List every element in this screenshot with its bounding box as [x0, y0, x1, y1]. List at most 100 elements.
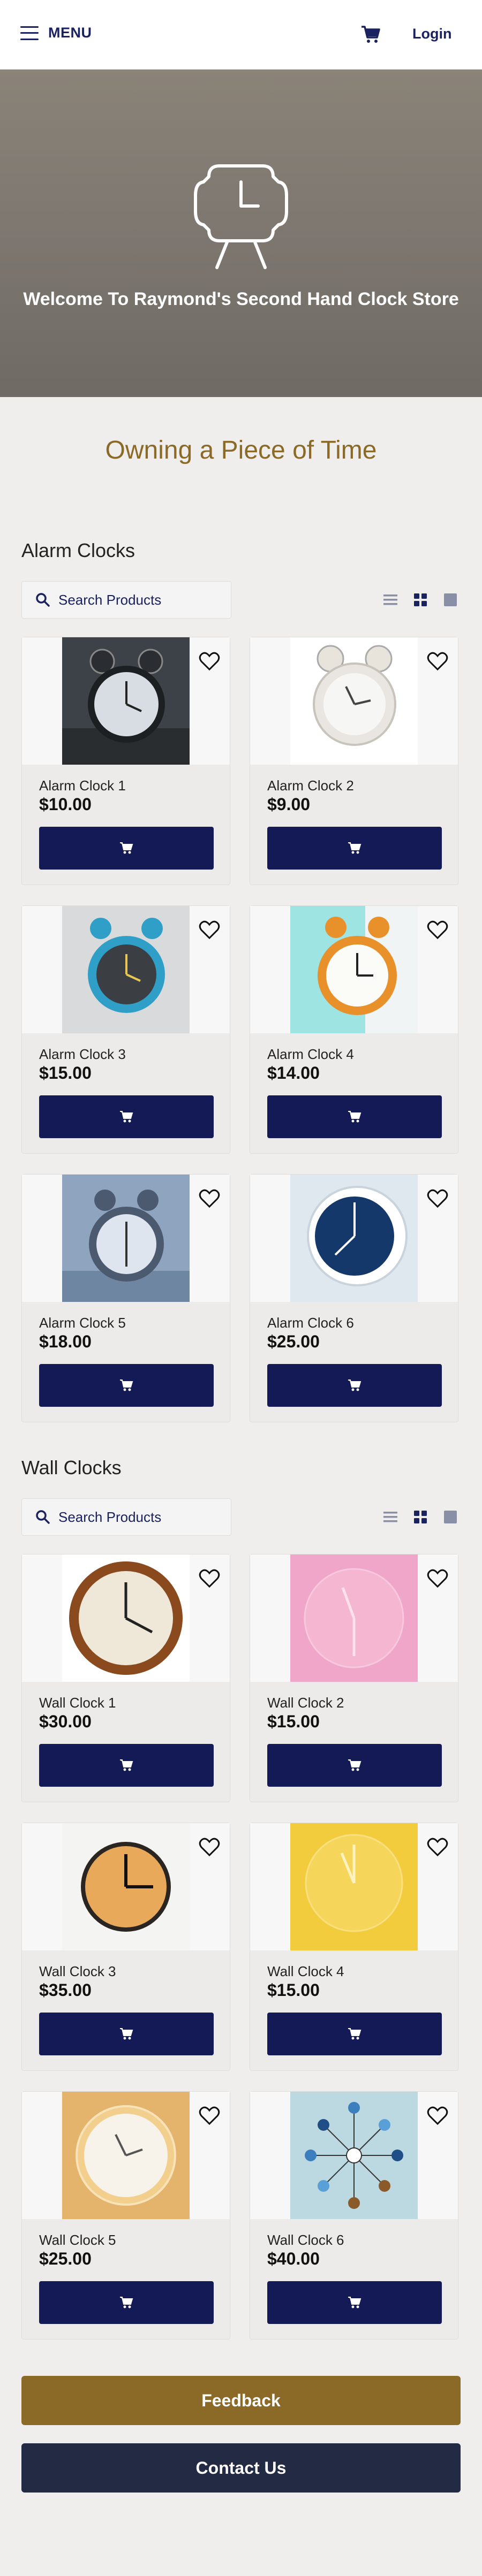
add-to-cart-button[interactable] — [267, 2013, 442, 2055]
product-image — [290, 1175, 418, 1302]
tagline: Owning a Piece of Time — [105, 436, 377, 464]
add-to-cart-button[interactable] — [39, 1095, 214, 1138]
add-to-cart-button[interactable] — [267, 1744, 442, 1787]
product-card[interactable]: Wall Clock 5 $25.00 — [21, 2091, 230, 2339]
product-image — [62, 1175, 190, 1302]
alarm-search-input[interactable]: Search Products — [21, 581, 231, 619]
product-image-area — [250, 2092, 458, 2219]
product-image-area — [250, 1823, 458, 1950]
product-card[interactable]: Alarm Clock 6 $25.00 — [250, 1174, 458, 1422]
product-name: Alarm Clock 5 — [39, 1315, 126, 1331]
add-to-cart-button[interactable] — [267, 2281, 442, 2324]
product-image — [290, 906, 418, 1033]
product-card[interactable]: Alarm Clock 3 $15.00 — [21, 905, 230, 1154]
heart-icon[interactable] — [199, 1837, 220, 1857]
cart-icon — [120, 2028, 133, 2040]
contact-us-button[interactable]: Contact Us — [21, 2443, 461, 2493]
wall-search-input[interactable]: Search Products — [21, 1498, 231, 1536]
cart-icon — [120, 1111, 133, 1123]
product-card[interactable]: Alarm Clock 5 $18.00 — [21, 1174, 230, 1422]
add-to-cart-button[interactable] — [267, 827, 442, 870]
product-price: $35.00 — [39, 1980, 92, 2000]
product-card[interactable]: Wall Clock 3 $35.00 — [21, 1823, 230, 2071]
cart-icon — [348, 1380, 362, 1391]
top-bar: MENU Login — [0, 0, 482, 70]
product-card[interactable]: Wall Clock 1 $30.00 — [21, 1554, 230, 1802]
menu-icon — [20, 26, 39, 40]
product-name: Wall Clock 5 — [39, 2232, 116, 2248]
product-name: Alarm Clock 1 — [39, 778, 126, 794]
product-image-area — [22, 1823, 230, 1950]
product-image-area — [22, 1175, 230, 1302]
product-name: Alarm Clock 2 — [267, 778, 354, 794]
heart-icon[interactable] — [199, 1188, 220, 1209]
cart-icon — [348, 2028, 362, 2040]
product-image-area — [250, 906, 458, 1033]
add-to-cart-button[interactable] — [39, 2281, 214, 2324]
heart-icon[interactable] — [199, 651, 220, 672]
menu-button[interactable]: MENU — [20, 25, 92, 41]
product-card[interactable]: Alarm Clock 2 $9.00 — [250, 637, 458, 885]
list-view-icon[interactable] — [382, 592, 398, 608]
hero-banner: Welcome To Raymond's Second Hand Clock S… — [0, 70, 482, 397]
add-to-cart-button[interactable] — [267, 1364, 442, 1407]
list-view-icon[interactable] — [382, 1509, 398, 1525]
product-image — [62, 1554, 190, 1682]
heart-icon[interactable] — [199, 1568, 220, 1589]
product-name: Wall Clock 4 — [267, 1963, 344, 1979]
alarm-view-toggles — [382, 592, 472, 608]
menu-label: MENU — [48, 25, 92, 41]
product-card[interactable]: Alarm Clock 4 $14.00 — [250, 905, 458, 1154]
heart-icon[interactable] — [427, 1188, 448, 1209]
product-image — [62, 2092, 190, 2219]
grid-view-icon[interactable] — [412, 592, 428, 608]
heart-icon[interactable] — [199, 2106, 220, 2126]
login-link[interactable]: Login — [412, 26, 451, 42]
heart-icon[interactable] — [199, 920, 220, 940]
tile-view-icon[interactable] — [442, 592, 458, 608]
heart-icon[interactable] — [427, 1837, 448, 1857]
product-card[interactable]: Alarm Clock 1 $10.00 — [21, 637, 230, 885]
product-name: Wall Clock 1 — [39, 1695, 116, 1711]
add-to-cart-button[interactable] — [39, 1744, 214, 1787]
product-card[interactable]: Wall Clock 4 $15.00 — [250, 1823, 458, 2071]
heart-icon[interactable] — [427, 2106, 448, 2126]
product-name: Alarm Clock 4 — [267, 1046, 354, 1062]
cart-icon — [120, 842, 133, 854]
add-to-cart-button[interactable] — [267, 1095, 442, 1138]
wall-view-toggles — [382, 1509, 472, 1525]
wall-section-title: Wall Clocks — [21, 1457, 122, 1478]
product-image — [290, 637, 418, 765]
product-image-area — [250, 637, 458, 765]
product-price: $10.00 — [39, 795, 92, 814]
tile-view-icon[interactable] — [442, 1509, 458, 1525]
product-name: Wall Clock 6 — [267, 2232, 344, 2248]
alarm-section-title: Alarm Clocks — [21, 539, 135, 561]
heart-icon[interactable] — [427, 920, 448, 940]
product-card[interactable]: Wall Clock 6 $40.00 — [250, 2091, 458, 2339]
add-to-cart-button[interactable] — [39, 1364, 214, 1407]
product-image-area — [22, 2092, 230, 2219]
product-image — [62, 906, 190, 1033]
cart-icon — [120, 1380, 133, 1391]
add-to-cart-button[interactable] — [39, 827, 214, 870]
product-image — [290, 2092, 418, 2219]
cart-icon[interactable] — [360, 24, 381, 45]
heart-icon[interactable] — [427, 651, 448, 672]
product-price: $30.00 — [39, 1712, 92, 1731]
product-image — [290, 1823, 418, 1950]
cart-icon — [348, 1759, 362, 1771]
product-card[interactable]: Wall Clock 2 $15.00 — [250, 1554, 458, 1802]
add-to-cart-button[interactable] — [39, 2013, 214, 2055]
grid-view-icon[interactable] — [412, 1509, 428, 1525]
product-price: $15.00 — [39, 1063, 92, 1083]
cart-icon — [348, 2297, 362, 2308]
product-price: $40.00 — [267, 2249, 320, 2268]
cart-icon — [348, 1111, 362, 1123]
feedback-button[interactable]: Feedback — [21, 2376, 461, 2425]
product-name: Alarm Clock 3 — [39, 1046, 126, 1062]
cart-icon — [120, 1759, 133, 1771]
search-placeholder: Search Products — [58, 591, 162, 608]
product-name: Wall Clock 2 — [267, 1695, 344, 1711]
heart-icon[interactable] — [427, 1568, 448, 1589]
